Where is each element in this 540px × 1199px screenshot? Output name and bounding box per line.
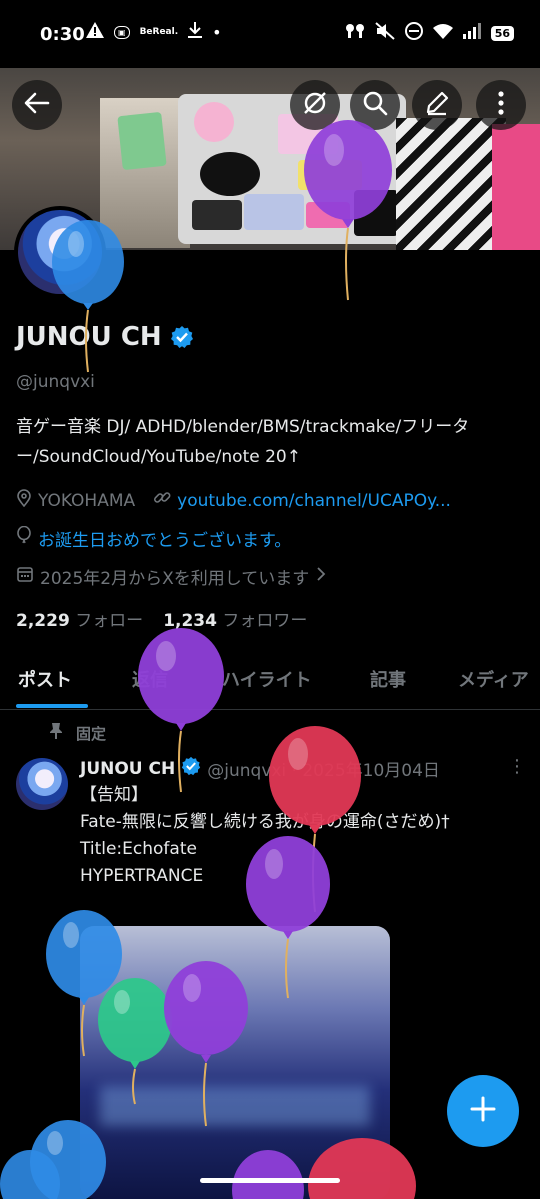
- app-icon: ▣: [114, 25, 130, 39]
- post-line: 【告知】: [80, 785, 148, 805]
- followers-count: 1,234: [163, 611, 217, 631]
- dnd-icon: [404, 22, 423, 44]
- status-right-icons: 56: [345, 22, 514, 44]
- post-header: JUNOU CH @junqvxi · 2025年10月04日: [80, 756, 440, 781]
- media-glow: [100, 1086, 370, 1126]
- status-bar: 0:30 ▣ BeReal. • 56: [0, 0, 540, 68]
- following-count: 2,229: [16, 611, 70, 631]
- post-handle-date: @junqvxi · 2025年10月04日: [207, 761, 440, 781]
- verified-badge-icon[interactable]: [170, 325, 194, 349]
- more-vertical-icon: [497, 91, 505, 119]
- banner-pink-book: [492, 124, 540, 250]
- pinned-label-row: 固定: [48, 722, 106, 744]
- post-verified-badge-icon: [181, 756, 201, 781]
- earbuds-icon: [345, 23, 365, 43]
- signal-icon: [462, 23, 481, 43]
- location-pin-icon: [16, 489, 32, 512]
- follow-stats: 2,229 フォロー 1,234 フォロワー: [16, 606, 307, 631]
- post-line: Title:Echofate: [80, 839, 197, 859]
- tab-articles[interactable]: 記事: [370, 666, 406, 692]
- balloon-icon: [16, 525, 32, 551]
- tab-posts[interactable]: ポスト: [18, 666, 72, 692]
- bereal-icon: BeReal.: [139, 27, 179, 37]
- mute-icon: [375, 22, 395, 44]
- profile-birthday-row: お誕生日おめでとうございます。: [16, 525, 291, 551]
- link-icon: [153, 489, 171, 512]
- tab-highlights[interactable]: ハイライト: [222, 666, 312, 692]
- active-tab-indicator: [16, 704, 88, 708]
- calendar-icon: [16, 565, 34, 588]
- search-button[interactable]: [350, 80, 400, 130]
- wifi-icon: [432, 23, 453, 43]
- post-line: Fate-無限に反響し続ける我が身の運命(さだめ)†: [80, 812, 450, 832]
- post-author-avatar[interactable]: [16, 758, 68, 810]
- profile-tabs: ポスト 返信 ハイライト 記事 メディア: [0, 652, 540, 710]
- avatar-image: [18, 210, 102, 294]
- battery-icon: 56: [490, 25, 514, 41]
- profile-handle: @junqvxi: [16, 372, 95, 392]
- balloon-blue-corner: [0, 1150, 60, 1199]
- back-arrow-icon: [24, 92, 50, 118]
- tab-media[interactable]: メディア: [458, 666, 529, 692]
- status-left-icons: ▣ BeReal. •: [86, 22, 222, 42]
- profile-meta-location-link: YOKOHAMA youtube.com/channel/UCAPOy...: [16, 489, 451, 512]
- chevron-right-icon: [315, 566, 327, 587]
- profile-website-link[interactable]: youtube.com/channel/UCAPOy...: [177, 491, 451, 511]
- more-button[interactable]: [476, 80, 526, 130]
- profile-name-row: JUNOU CH: [16, 322, 194, 352]
- profile-joined-row[interactable]: 2025年2月からXを利用しています: [16, 564, 327, 589]
- grok-icon: [302, 90, 328, 120]
- profile-name: JUNOU CH: [16, 322, 162, 352]
- warning-icon: [86, 22, 104, 42]
- grok-button[interactable]: [290, 80, 340, 130]
- followers-label: フォロワー: [222, 611, 308, 631]
- profile-location: YOKOHAMA: [38, 490, 136, 511]
- compose-fab-button[interactable]: [447, 1075, 519, 1147]
- plus-icon: [469, 1095, 497, 1127]
- following-stat[interactable]: 2,229 フォロー: [16, 606, 143, 631]
- status-time: 0:30: [40, 24, 85, 45]
- post-more-icon[interactable]: ⋮: [508, 756, 526, 777]
- followers-stat[interactable]: 1,234 フォロワー: [163, 606, 307, 631]
- search-icon: [362, 90, 388, 120]
- back-button[interactable]: [12, 80, 62, 130]
- profile-birthday[interactable]: お誕生日おめでとうございます。: [38, 526, 291, 551]
- pin-icon: [48, 722, 64, 744]
- post-author-name[interactable]: JUNOU CH: [80, 759, 175, 779]
- post-line: HYPERTRANCE: [80, 866, 204, 886]
- home-indicator[interactable]: [200, 1178, 340, 1183]
- dot-icon: •: [212, 22, 222, 42]
- edit-icon: [424, 90, 450, 120]
- banner-zebra-cloth: [396, 118, 506, 250]
- profile-bio: 音ゲー音楽 DJ/ ADHD/blender/BMS/trackmake/フリー…: [16, 417, 470, 467]
- profile-avatar[interactable]: [14, 206, 106, 298]
- post-body[interactable]: 【告知】 Fate-無限に反響し続ける我が身の運命(さだめ)† Title:Ec…: [80, 782, 500, 890]
- post-media-image[interactable]: [80, 926, 390, 1199]
- edit-button[interactable]: [412, 80, 462, 130]
- banner-green-box: [117, 111, 167, 171]
- tab-replies[interactable]: 返信: [132, 666, 168, 692]
- download-icon: [188, 22, 203, 42]
- following-label: フォロー: [75, 611, 144, 631]
- pinned-label: 固定: [76, 724, 107, 743]
- profile-joined: 2025年2月からXを利用しています: [40, 569, 310, 589]
